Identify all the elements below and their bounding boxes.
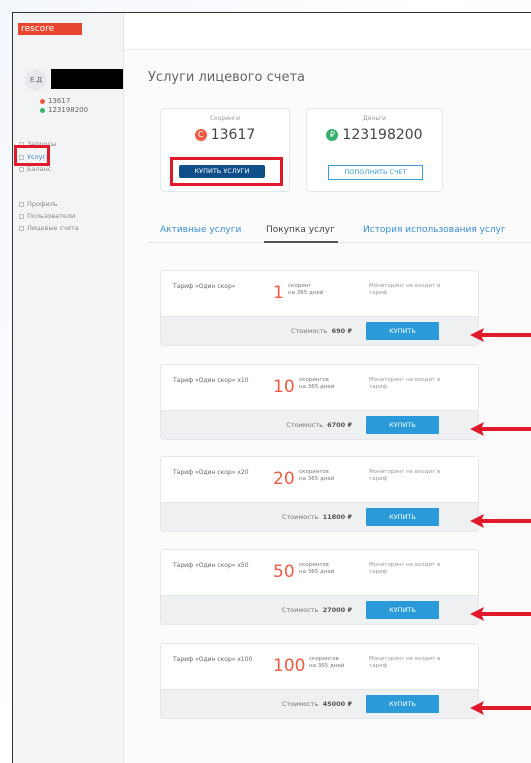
tab-active-indicator (264, 241, 338, 243)
price-label: Стоимость (281, 513, 319, 521)
tabs-divider (148, 242, 531, 243)
money-coin-icon: ₽ (326, 129, 339, 141)
tariff-count: 20 (273, 469, 295, 489)
scores-value: С 13617 (161, 127, 289, 143)
tariff-card: Тариф «Один скор» x100 100 скорингов на 365… (160, 643, 479, 719)
price-label: Стоимость (281, 700, 319, 708)
tariff-card: Тариф «Один скор» x50 50 скорингов на 365 д… (160, 549, 479, 625)
tariff-unit: скоринг на 365 дней (288, 283, 323, 297)
tariff-price: Стоимость 690 ₽ (291, 327, 352, 335)
tariff-unit-line1: скорингов (299, 469, 329, 475)
tariff-note: Мониторинг не входит в тариф (369, 656, 441, 669)
tariff-unit-line1: скорингов (299, 377, 329, 383)
tariff-unit-line2: на 365 дней (288, 290, 324, 296)
tariff-unit: скорингов на 365 дней (299, 562, 334, 576)
tariff-price: Стоимость 11800 ₽ (282, 513, 352, 521)
price-label: Стоимость (281, 606, 319, 614)
scores-dot-icon (40, 98, 45, 104)
tariff-unit: скорингов на 365 дней (299, 377, 334, 391)
red-arrow-icon (470, 422, 531, 436)
accounts-icon (19, 225, 24, 231)
price-value: 6700 ₽ (327, 421, 352, 429)
tariff-footer: Стоимость 690 ₽ КУПИТЬ (161, 316, 478, 345)
buy-button[interactable]: КУПИТЬ (366, 601, 439, 619)
tariff-name: Тариф «Один скор» x50 (173, 562, 249, 569)
highlight-buy-services (170, 157, 283, 186)
tariff-note: Мониторинг не входит в тариф (369, 283, 441, 296)
tariff-count: 50 (273, 562, 295, 582)
tariff-card: Тариф «Один скор» x10 10 скорингов на 365 д… (160, 364, 479, 440)
tariff-count: 100 (273, 656, 306, 676)
tariff-unit-line2: на 365 дней (299, 569, 335, 575)
tariff-unit: скорингов на 365 дней (299, 469, 334, 483)
red-arrow-icon (470, 607, 531, 621)
tariff-name: Тариф «Один скор» (173, 283, 236, 290)
tariff-footer: Стоимость 45000 ₽ КУПИТЬ (161, 689, 478, 718)
red-arrow-icon (470, 328, 531, 342)
tariff-footer: Стоимость 11800 ₽ КУПИТЬ (161, 502, 478, 531)
tariff-name: Тариф «Один скор» x10 (173, 377, 249, 384)
sidebar-item-accounts[interactable]: Лицевые счета (19, 224, 79, 232)
tariff-note: Мониторинг не входит в тариф (369, 377, 441, 390)
price-value: 27000 ₽ (322, 606, 352, 614)
tariff-note: Мониторинг не входит в тариф (369, 562, 441, 575)
tariff-unit: скорингов на 365 дней (309, 656, 344, 670)
sidebar-item-balance[interactable]: Баланс (19, 165, 51, 173)
profile-icon (19, 201, 24, 207)
tariff-count: 1 (273, 283, 284, 303)
page-title: Услуги лицевого счета (148, 70, 305, 85)
tariff-unit-line1: скорингов (309, 656, 339, 662)
scores-coin-icon: С (194, 129, 207, 141)
money-card: Деньги ₽123198200 ПОПОЛНИТЬ СЧЕТ (306, 108, 443, 192)
tariff-price: Стоимость 45000 ₽ (282, 700, 352, 708)
sidebar: rescore Е.Д 13617 123198200 Запросы Услу… (13, 13, 124, 763)
tariff-footer: Стоимость 27000 ₽ КУПИТЬ (161, 595, 478, 624)
top-bar (124, 13, 531, 50)
username-redacted (51, 69, 123, 89)
tariff-name: Тариф «Один скор» x100 (173, 656, 253, 663)
tariff-count: 10 (273, 377, 295, 397)
tariff-price: Стоимость 27000 ₽ (282, 606, 352, 614)
buy-button[interactable]: КУПИТЬ (366, 322, 439, 340)
tariff-unit-line1: скорингов (299, 562, 329, 568)
balance-icon (19, 166, 24, 172)
price-value: 690 ₽ (331, 327, 352, 335)
tab-purchase-services[interactable]: Покупка услуг (266, 225, 335, 235)
buy-button[interactable]: КУПИТЬ (366, 508, 439, 526)
red-arrow-icon (470, 701, 531, 715)
money-label: Деньги (363, 115, 386, 122)
money-dot-icon (40, 107, 45, 113)
money-balance: 123198200 (40, 106, 88, 114)
tariff-unit-line2: на 365 дней (299, 476, 335, 482)
users-icon (19, 213, 24, 219)
price-value: 11800 ₽ (322, 513, 352, 521)
price-label: Стоимость (290, 327, 328, 335)
highlight-services-nav (14, 145, 50, 166)
sidebar-item-users[interactable]: Пользователи (19, 212, 75, 220)
scores-balance: 13617 (40, 97, 70, 105)
tariff-unit-line1: скоринг (288, 283, 312, 289)
money-value: ₽123198200 (307, 127, 442, 143)
tariff-card: Тариф «Один скор» 1 скоринг на 365 дней Мони… (160, 270, 479, 346)
tariff-footer: Стоимость 6700 ₽ КУПИТЬ (161, 410, 478, 439)
tariff-unit-line2: на 365 дней (299, 384, 335, 390)
top-up-button[interactable]: ПОПОЛНИТЬ СЧЕТ (328, 165, 423, 180)
tariff-note: Мониторинг не входит в тариф (369, 469, 441, 482)
tariff-card: Тариф «Один скор» x20 20 скорингов на 365 д… (160, 456, 479, 532)
tariff-unit-line2: на 365 дней (309, 663, 345, 669)
buy-button[interactable]: КУПИТЬ (366, 416, 439, 434)
buy-button[interactable]: КУПИТЬ (366, 695, 439, 713)
red-arrow-icon (470, 514, 531, 528)
price-label: Стоимость (286, 421, 323, 429)
tariff-price: Стоимость 6700 ₽ (286, 421, 352, 429)
price-value: 45000 ₽ (322, 700, 352, 708)
scores-label: Скоринги (209, 115, 241, 122)
tariff-name: Тариф «Один скор» x20 (173, 469, 249, 476)
tab-services-history[interactable]: История использования услуг (363, 225, 506, 235)
tab-active-services[interactable]: Активные услуги (160, 225, 241, 235)
sidebar-item-profile[interactable]: Профиль (19, 200, 58, 208)
avatar[interactable]: Е.Д (25, 69, 47, 91)
logo[interactable]: rescore (18, 23, 82, 35)
